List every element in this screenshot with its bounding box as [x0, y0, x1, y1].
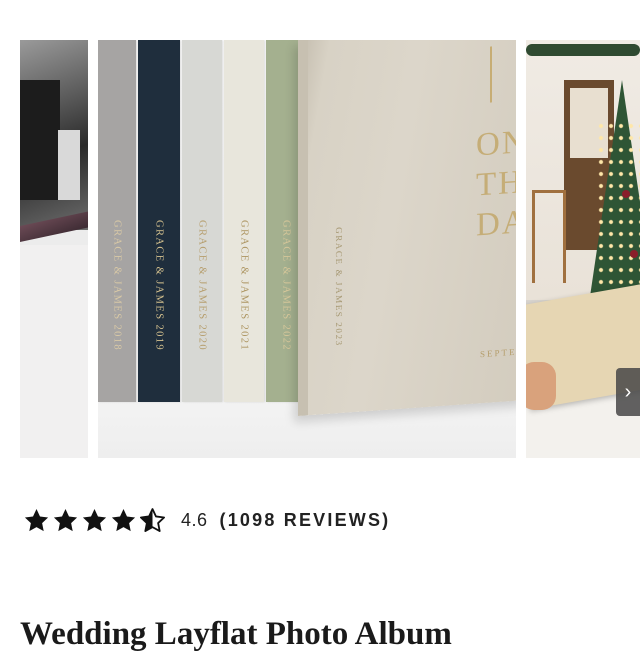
tree-lights: [596, 120, 640, 300]
spine-text: GRACE & JAMES 2019: [153, 220, 165, 352]
gallery-thumbnail-next[interactable]: ›: [526, 40, 640, 458]
star-icon: [82, 508, 107, 531]
gold-foil-line: [490, 46, 492, 103]
hand: [526, 362, 556, 410]
ornament: [622, 190, 630, 198]
ornament: [630, 250, 638, 258]
album-page: [20, 245, 88, 458]
spine-text: GRACE & JAMES 2021: [238, 220, 250, 352]
featured-album: GRACE & JAMES 2023 ONE THE DA SEPTEM: [298, 40, 516, 416]
rating-stars: [22, 507, 167, 534]
gallery-thumbnail-previous[interactable]: [20, 40, 88, 458]
photo-detail: [58, 130, 80, 200]
photo-detail: [20, 80, 60, 200]
chair: [532, 190, 566, 283]
gallery-main-image[interactable]: GRACE & JAMES 2018 GRACE & JAMES 2019 GR…: [98, 40, 516, 458]
star-icon: [111, 508, 136, 531]
star-icon: [24, 508, 49, 531]
rating-value: 4.6: [181, 509, 208, 530]
album-cover-date: SEPTEM: [480, 346, 516, 360]
album-spine: GRACE & JAMES 2018: [98, 40, 136, 402]
star-icon: [53, 508, 78, 531]
album-spine: GRACE & JAMES 2020: [182, 40, 222, 402]
spine-text: GRACE & JAMES 2018: [111, 220, 123, 352]
product-rating[interactable]: 4.6 (1098 REVIEWS): [22, 504, 390, 536]
chevron-right-icon[interactable]: ›: [616, 368, 640, 416]
spine-text: GRACE & JAMES 2020: [196, 220, 208, 352]
album-cover-title: ONE THE DA: [476, 122, 516, 244]
product-title: Wedding Layflat Photo Album: [20, 616, 452, 653]
album-spine: GRACE & JAMES 2019: [138, 40, 180, 402]
reviews-count-link[interactable]: (1098 REVIEWS): [220, 510, 391, 531]
half-star-icon: [140, 507, 165, 532]
featured-spine-text: GRACE & JAMES 2023: [334, 226, 344, 348]
garland: [526, 44, 640, 56]
product-image-carousel[interactable]: GRACE & JAMES 2018 GRACE & JAMES 2019 GR…: [0, 40, 640, 458]
album-spine: GRACE & JAMES 2021: [224, 40, 264, 402]
spine-text: GRACE & JAMES 2022: [280, 220, 292, 352]
